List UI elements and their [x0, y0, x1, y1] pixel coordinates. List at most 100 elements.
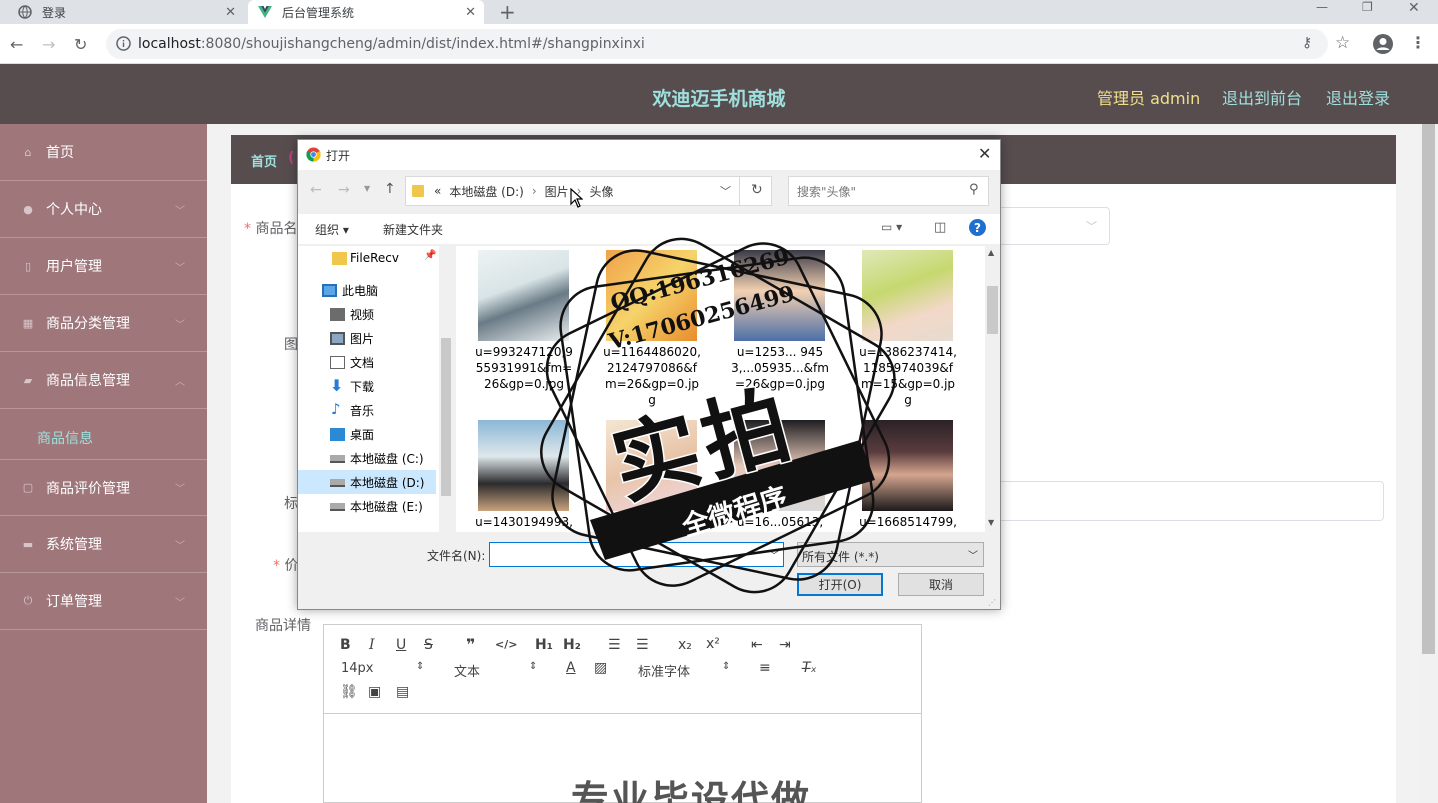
path-overflow[interactable]: « — [434, 184, 441, 198]
reload-icon[interactable]: ↻ — [74, 35, 87, 54]
help-icon[interactable]: ? — [969, 219, 986, 236]
close-window-icon[interactable]: ✕ — [1408, 0, 1420, 16]
path-breadcrumb[interactable]: « 本地磁盘 (D:) › 图片 › 头像 ﹀ ↻ — [405, 176, 772, 206]
nav-scrollbar[interactable] — [439, 246, 453, 532]
breadcrumb-home[interactable]: 首页 — [251, 151, 277, 170]
sidebar-item-product-info[interactable]: ▰ 商品信息管理 ︿ — [0, 352, 207, 409]
exit-to-front-link[interactable]: 退出到前台 — [1222, 85, 1302, 109]
file-name[interactable]: u=993247120,955931991&fm=26&gp=0.jpg — [474, 344, 574, 392]
file-name[interactable]: u=1164486020,2124797086&fm=26&gp=0.jpg — [602, 344, 702, 408]
file-thumbnail[interactable] — [606, 250, 697, 341]
scroll-thumb[interactable] — [987, 286, 998, 334]
file-name[interactable]: u=1253... 9453,...05935...&fm=26&gp=0.jp… — [730, 344, 830, 392]
file-thumbnail[interactable] — [862, 250, 953, 341]
tab-login[interactable]: 登录 ✕ — [18, 0, 244, 24]
path-segment[interactable]: 头像 — [589, 183, 613, 200]
sidebar-item-home[interactable]: ⌂ 首页 — [0, 124, 207, 181]
file-thumbnail[interactable] — [478, 420, 569, 511]
font-family-select[interactable]: 标准字体 — [638, 661, 690, 680]
sidebar-item-reviews[interactable]: ▢ 商品评价管理 ﹀ — [0, 459, 207, 516]
font-size-select[interactable]: 14px — [341, 661, 374, 676]
link-icon[interactable]: ⛓ — [340, 684, 358, 700]
sidebar-subitem-product-info[interactable]: 商品信息 — [0, 409, 207, 466]
nav-item-documents[interactable]: 文档 — [298, 350, 438, 374]
file-list-scrollbar[interactable]: ▲ ▼ — [985, 246, 1000, 532]
nav-item-filerecv[interactable]: FileRecv 📌 — [298, 246, 438, 270]
ordered-list-icon[interactable]: ☰ — [608, 637, 621, 653]
image-icon[interactable]: ▣ — [368, 684, 381, 700]
background-color-icon[interactable]: ▨ — [594, 660, 607, 676]
clear-format-icon[interactable]: T̶ₓ — [802, 660, 817, 676]
preview-pane-icon[interactable]: ◫ — [934, 220, 946, 235]
scroll-thumb[interactable] — [1422, 124, 1435, 654]
video-icon[interactable]: ▤ — [396, 684, 409, 700]
back-arrow-icon[interactable]: ← — [10, 35, 23, 54]
search-input[interactable]: 搜索"头像" ⚲ — [788, 176, 989, 206]
bullet-list-icon[interactable]: ☰ — [636, 637, 649, 653]
file-name[interactable]: u=1614838... — [602, 514, 702, 530]
file-thumbnail[interactable] — [862, 420, 953, 511]
nav-item-videos[interactable]: 视频 — [298, 302, 438, 326]
sidebar-item-category[interactable]: ▦ 商品分类管理 ﹀ — [0, 295, 207, 352]
nav-item-desktop[interactable]: 桌面 — [298, 422, 438, 446]
close-tab-icon[interactable]: ✕ — [225, 5, 236, 20]
sidebar-item-personal[interactable]: ● 个人中心 ﹀ — [0, 181, 207, 238]
indent-icon[interactable]: ⇥ — [779, 637, 791, 653]
bold-icon[interactable]: B — [340, 637, 351, 653]
tab-admin[interactable]: 后台管理系统 ✕ — [248, 0, 484, 24]
url-field[interactable]: localhost:8080/shoujishangcheng/admin/di… — [106, 29, 1328, 59]
chevron-down-icon[interactable]: ▼ — [364, 184, 370, 193]
minimize-icon[interactable]: — — [1316, 0, 1328, 14]
dialog-close-icon[interactable]: ✕ — [978, 144, 991, 163]
file-thumbnail[interactable] — [478, 250, 569, 341]
heading2-icon[interactable]: H₂ — [563, 637, 581, 653]
file-thumbnail[interactable] — [734, 250, 825, 341]
close-tab-icon[interactable]: ✕ — [465, 5, 476, 20]
underline-icon[interactable]: U — [396, 637, 406, 653]
file-name[interactable]: u=1386237414,1185974039&fm=15&gp=0.jpg — [858, 344, 958, 408]
resize-grip-icon[interactable]: ⋰ — [988, 598, 996, 607]
file-name[interactable]: u=16...05613, — [730, 514, 830, 530]
path-segment[interactable]: 本地磁盘 (D:) — [449, 183, 523, 200]
cancel-button[interactable]: 取消 — [898, 573, 984, 596]
tag-input[interactable] — [1000, 481, 1384, 521]
nav-item-downloads[interactable]: ⬇ 下载 — [298, 374, 438, 398]
category-select[interactable]: ﹀ — [1000, 207, 1110, 245]
view-options-icon[interactable]: ▭ ▾ — [881, 220, 902, 234]
filename-input[interactable]: ﹀ — [489, 542, 784, 567]
open-button[interactable]: 打开(O) — [797, 573, 883, 596]
forward-arrow-icon[interactable]: → — [42, 35, 55, 54]
heading1-icon[interactable]: H₁ — [535, 637, 553, 653]
new-tab-button[interactable]: + — [499, 0, 516, 24]
italic-icon[interactable]: I — [369, 637, 375, 653]
sidebar-item-users[interactable]: ▯ 用户管理 ﹀ — [0, 238, 207, 295]
nav-item-drive-e[interactable]: 本地磁盘 (E:) — [298, 494, 438, 518]
strike-icon[interactable]: S — [424, 637, 433, 653]
file-thumbnail[interactable] — [606, 420, 697, 511]
organize-menu[interactable]: 组织 ▾ — [315, 221, 349, 238]
nav-item-this-pc[interactable]: 此电脑 — [298, 278, 438, 302]
restore-icon[interactable]: ❐ — [1362, 0, 1373, 14]
key-icon[interactable]: ⚷ — [1302, 35, 1312, 51]
rich-text-editor[interactable]: B I U S ❞ </> H₁ H₂ ☰ ☰ x₂ x² ⇤ ⇥ 14px ⇕… — [323, 624, 922, 803]
sidebar-item-orders[interactable]: ⏻ 订单管理 ﹀ — [0, 573, 207, 630]
font-color-icon[interactable]: A — [566, 660, 576, 676]
path-segment[interactable]: 图片 — [545, 183, 569, 200]
superscript-icon[interactable]: x² — [706, 636, 720, 652]
sidebar-item-system[interactable]: ▬ 系统管理 ﹀ — [0, 516, 207, 573]
forward-arrow-icon[interactable]: → — [338, 182, 350, 198]
nav-item-drive-c[interactable]: 本地磁盘 (C:) — [298, 446, 438, 470]
menu-dots-icon[interactable]: ⋮ — [1410, 33, 1426, 52]
nav-item-music[interactable]: ♪ 音乐 — [298, 398, 438, 422]
align-icon[interactable]: ≡ — [759, 660, 771, 676]
subscript-icon[interactable]: x₂ — [678, 637, 692, 653]
file-name[interactable]: u=1668514799, — [858, 514, 958, 530]
back-arrow-icon[interactable]: ← — [310, 182, 322, 198]
chevron-down-icon[interactable]: ﹀ — [720, 183, 731, 199]
star-icon[interactable]: ☆ — [1335, 33, 1350, 53]
text-style-select[interactable]: 文本 — [454, 661, 480, 680]
logout-link[interactable]: 退出登录 — [1326, 85, 1390, 109]
code-icon[interactable]: </> — [495, 638, 517, 651]
blockquote-icon[interactable]: ❞ — [466, 635, 475, 654]
chevron-down-icon[interactable]: ﹀ — [769, 547, 779, 562]
